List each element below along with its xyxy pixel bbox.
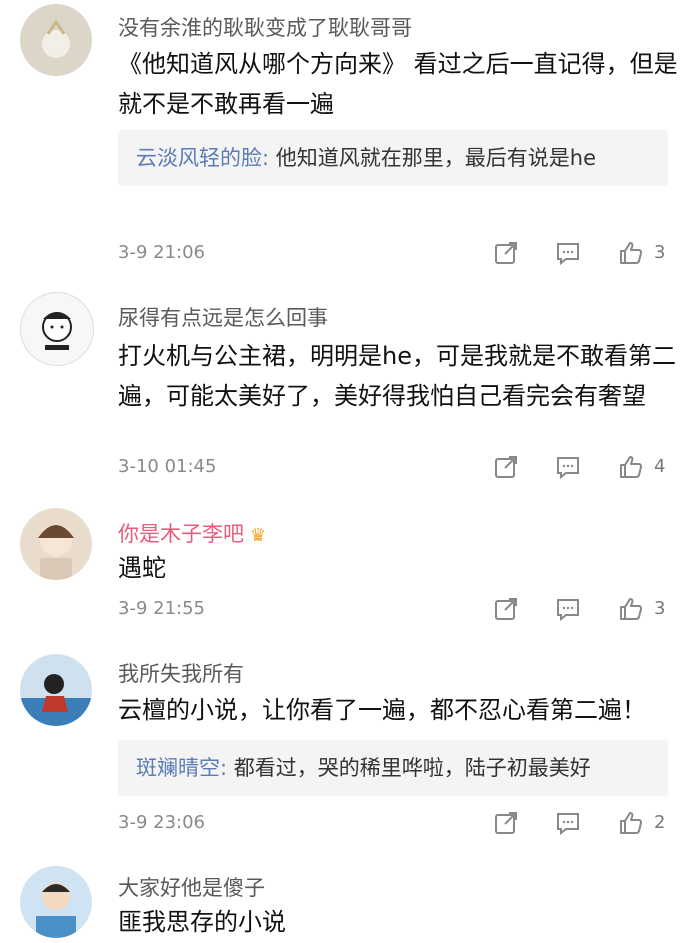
share-icon[interactable] (493, 454, 521, 482)
comment-meta: 3-9 21:55 3 (118, 596, 678, 626)
reply-separator: : (262, 146, 276, 170)
reply-text: 都看过，哭的稀里哗啦，陆子初最美好 (233, 756, 591, 780)
username[interactable]: 你是木子李吧 ♛ (118, 518, 266, 548)
share-icon[interactable] (493, 810, 521, 838)
comment-text: 打火机与公主裙，明明是he，可是我就是不敢看第二遍，可能太美好了，美好得我怕自己… (118, 342, 676, 410)
timestamp: 3-10 01:45 (118, 456, 217, 477)
username[interactable]: 尿得有点远是怎么回事 (118, 302, 328, 332)
share-icon[interactable] (493, 596, 521, 624)
like-count: 2 (654, 812, 666, 833)
reply-preview[interactable]: 斑斓晴空: 都看过，哭的稀里哗啦，陆子初最美好 (118, 740, 668, 796)
share-icon[interactable] (493, 240, 521, 268)
username[interactable]: 我所失我所有 (118, 658, 244, 688)
comment-text: 遇蛇 (118, 554, 166, 582)
comment-text: 《他知道风从哪个方向来》 看过之后一直记得，但是就不是不敢再看一遍 (118, 50, 678, 118)
reply-username[interactable]: 云淡风轻的脸 (136, 146, 262, 170)
reply-text: 他知道风就在那里，最后有说是he (275, 146, 596, 170)
thumbs-up-icon[interactable] (618, 810, 646, 838)
like-count: 3 (654, 242, 666, 263)
username-text: 你是木子李吧 (118, 522, 244, 546)
comment-meta: 3-10 01:45 4 (118, 454, 678, 484)
avatar[interactable] (20, 4, 92, 76)
comment-meta: 3-9 21:06 3 (118, 240, 678, 270)
like-count: 4 (654, 456, 666, 477)
reply-username[interactable]: 斑斓晴空 (136, 756, 220, 780)
thumbs-up-icon[interactable] (618, 596, 646, 624)
comment-icon[interactable] (555, 596, 583, 624)
like-count: 3 (654, 598, 666, 619)
timestamp: 3-9 21:55 (118, 598, 205, 619)
reply-separator: : (220, 756, 234, 780)
crown-icon: ♛ (250, 524, 267, 546)
timestamp: 3-9 21:06 (118, 242, 205, 263)
username[interactable]: 大家好他是傻子 (118, 872, 265, 902)
comment-icon[interactable] (555, 810, 583, 838)
comment-icon[interactable] (555, 240, 583, 268)
username[interactable]: 没有余淮的耿耿变成了耿耿哥哥 (118, 12, 412, 42)
avatar[interactable] (20, 654, 92, 726)
thumbs-up-icon[interactable] (618, 240, 646, 268)
comment-text: 匪我思存的小说 (118, 908, 286, 936)
reply-preview[interactable]: 云淡风轻的脸: 他知道风就在那里，最后有说是he (118, 130, 668, 186)
thumbs-up-icon[interactable] (618, 454, 646, 482)
comment-meta: 3-9 23:06 2 (118, 810, 678, 840)
avatar[interactable] (20, 292, 94, 366)
comment-icon[interactable] (555, 454, 583, 482)
avatar[interactable] (20, 866, 92, 938)
comment-text: 云檀的小说，让你看了一遍，都不忍心看第二遍！ (118, 696, 646, 724)
timestamp: 3-9 23:06 (118, 812, 205, 833)
avatar[interactable] (20, 508, 92, 580)
